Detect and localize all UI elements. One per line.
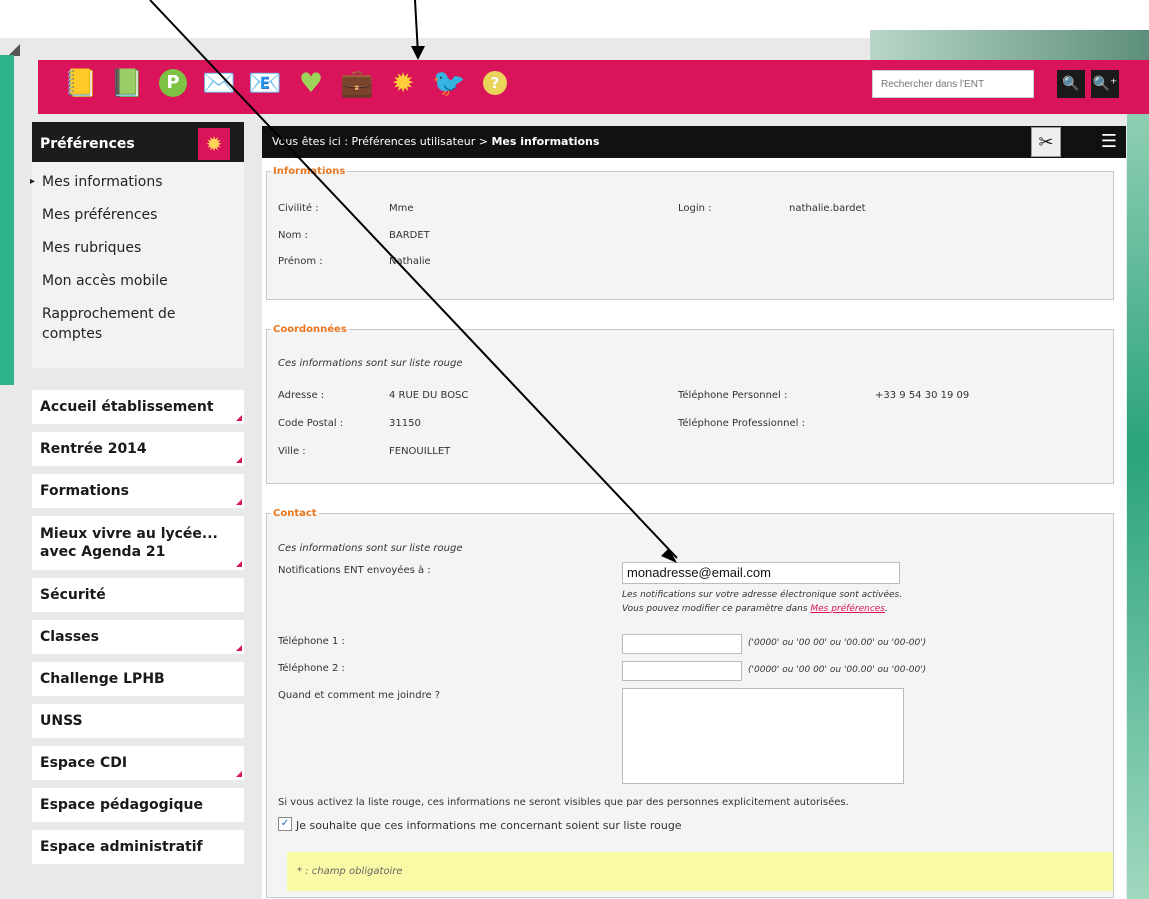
arrow-to-email [149,0,678,559]
annotation-arrows [149,0,678,563]
arrow-to-gear [414,0,419,55]
arrow-head-gear [411,46,425,60]
